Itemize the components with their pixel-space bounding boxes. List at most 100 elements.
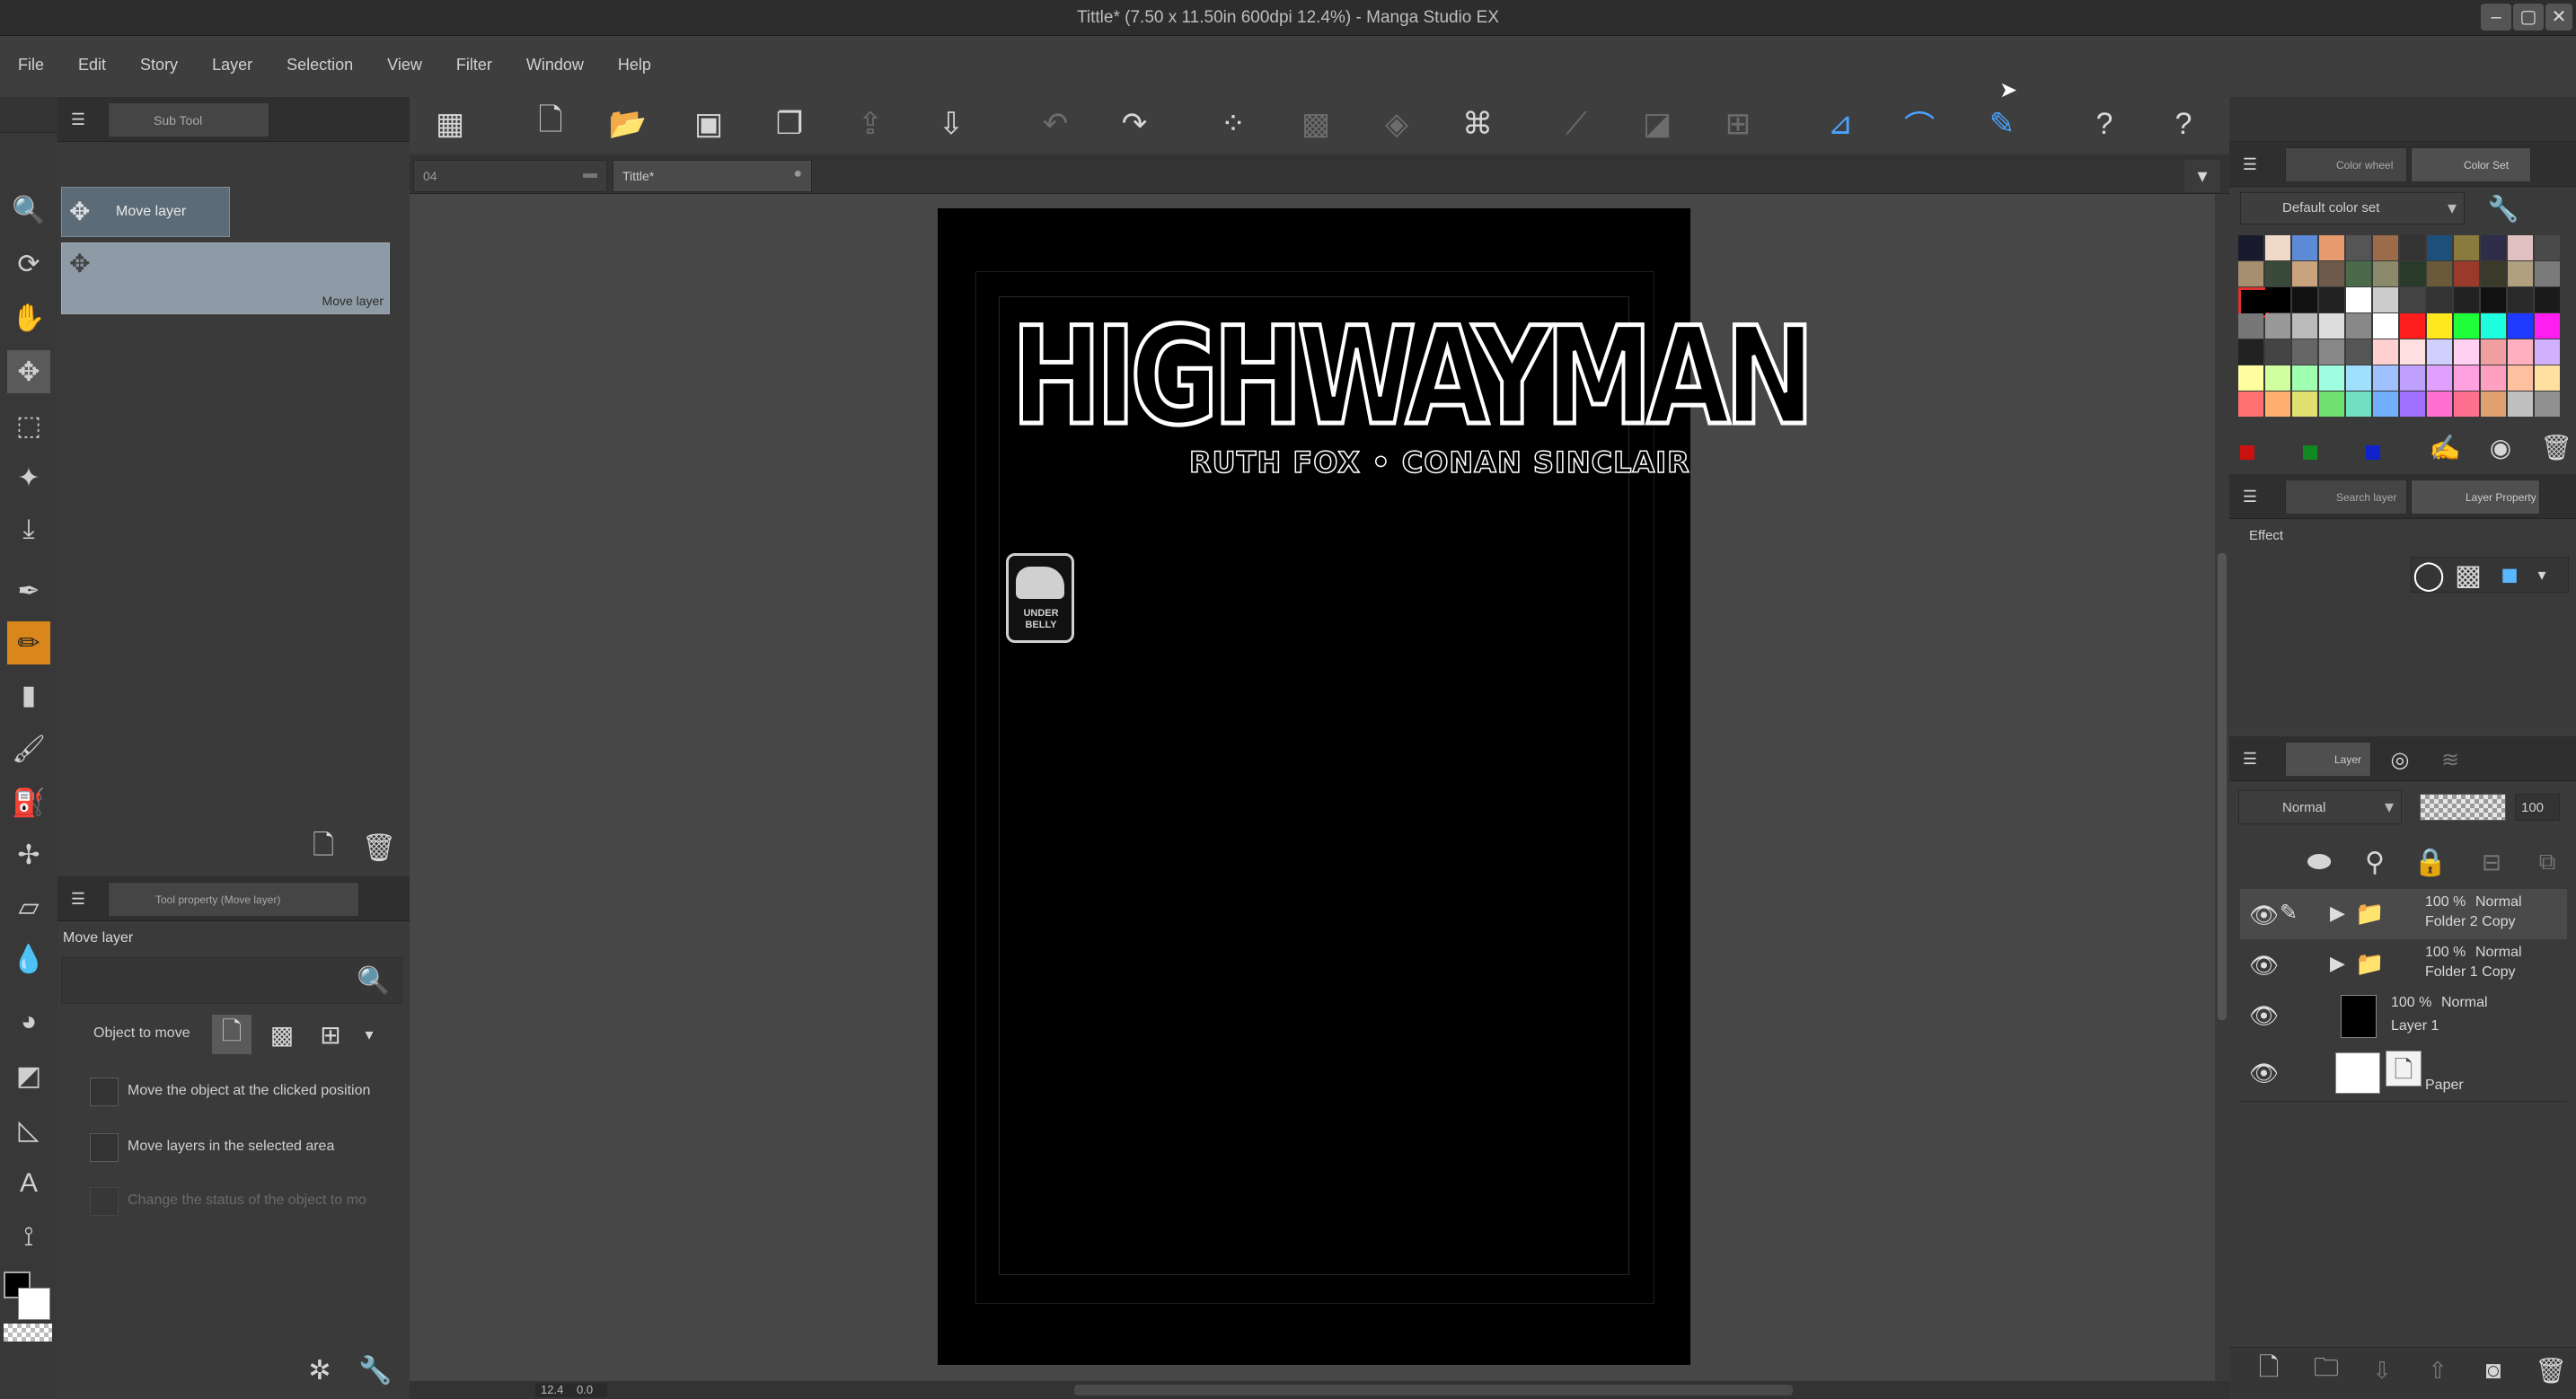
export-icon[interactable]: ⇪ (848, 99, 893, 149)
color-swatch[interactable] (2454, 313, 2479, 339)
panel-menu-icon[interactable]: ☰ (2236, 483, 2263, 510)
color-swatch[interactable] (2427, 392, 2452, 417)
help-icon[interactable]: ? (2082, 99, 2127, 149)
rotate-tool-icon[interactable]: ⟳ (7, 242, 50, 286)
brush-tool-icon[interactable]: 🖌 (7, 727, 50, 770)
color-swatch[interactable] (2319, 313, 2344, 339)
color-swatch[interactable] (2535, 287, 2560, 312)
option-checkbox-2[interactable] (90, 1133, 119, 1162)
color-swatch[interactable] (2400, 313, 2425, 339)
color-swatch[interactable] (2319, 235, 2344, 260)
color-swatch[interactable] (2292, 365, 2317, 391)
color-swatch[interactable] (2454, 261, 2479, 286)
tab-list-chevron-icon[interactable]: ▾ (2184, 160, 2220, 192)
color-swatch-grid[interactable] (2238, 235, 2571, 418)
horizontal-scrollbar-thumb[interactable] (1074, 1385, 1793, 1395)
color-swatch[interactable] (2346, 235, 2371, 260)
select-all-icon[interactable]: ▩ (1293, 99, 1338, 149)
lock-icon[interactable]: 🔒 (2411, 842, 2450, 882)
color-swatch[interactable] (2400, 235, 2425, 260)
balloon-tool-icon[interactable]: ⟟ (7, 1216, 50, 1259)
tab-color-wheel[interactable]: Color wheel (2285, 147, 2407, 181)
opacity-field[interactable]: 100 (2515, 794, 2560, 821)
color-swatch[interactable] (2535, 365, 2560, 391)
color-swatch[interactable] (2427, 261, 2452, 286)
color-swatch[interactable] (2427, 287, 2452, 312)
color-swatch[interactable] (2265, 313, 2290, 339)
color-swatch[interactable] (2265, 235, 2290, 260)
color-swatch[interactable] (2454, 339, 2479, 365)
grid-icon[interactable]: ▦ (428, 99, 472, 149)
marker-tool-icon[interactable]: ▮ (7, 673, 50, 717)
layer-row-layer-1[interactable]: 👁 100 % Normal Layer 1 (2240, 990, 2567, 1044)
eraser-tool-icon[interactable]: ▱ (7, 885, 50, 928)
color-swatch[interactable] (2454, 287, 2479, 312)
panel-menu-icon[interactable]: ☰ (65, 106, 92, 133)
replace-color-icon[interactable]: ✍ (2427, 429, 2463, 465)
color-swatch[interactable] (2238, 261, 2263, 286)
color-swatch[interactable] (2238, 339, 2263, 365)
zoom-value[interactable]: 12.4 (541, 1383, 563, 1396)
color-swatch[interactable] (2346, 365, 2371, 391)
tab-layer-property[interactable]: Layer Property (2411, 480, 2540, 514)
option-checkbox-3[interactable] (90, 1187, 119, 1216)
color-set-select[interactable]: Default color set ▾ (2240, 192, 2465, 224)
pencil-tool-icon[interactable]: ✏ (7, 621, 50, 664)
import-icon[interactable]: ⇩ (929, 99, 974, 149)
scale-icon[interactable]: ⌘ (1455, 99, 1500, 149)
menu-edit[interactable]: Edit (78, 56, 106, 75)
tab-tool-property[interactable]: Tool property (Move layer) (108, 882, 359, 916)
option-checkbox-1[interactable] (90, 1078, 119, 1106)
navigator-tab-icon[interactable]: ◎ (2382, 745, 2418, 774)
expand-arrow-icon[interactable]: ▶ (2330, 952, 2345, 975)
doc-tab-04[interactable]: 04 ▬ (413, 160, 607, 192)
color-swatch[interactable] (2508, 392, 2533, 417)
color-swatch[interactable] (2373, 287, 2398, 312)
help-alt-icon[interactable]: ? (2161, 99, 2206, 149)
reset-settings-icon[interactable]: ✲ (302, 1352, 338, 1388)
color-swatch[interactable] (2238, 313, 2263, 339)
color-swatch[interactable] (2481, 392, 2506, 417)
layer-row-folder-2-copy[interactable]: 👁 ✎ ▶ 📁 100 % Normal Folder 2 Copy (2240, 889, 2567, 940)
color-swatch[interactable] (2508, 287, 2533, 312)
menu-help[interactable]: Help (618, 56, 651, 75)
color-swatch[interactable] (2535, 235, 2560, 260)
color-swatch[interactable] (2373, 235, 2398, 260)
tab-search-layer[interactable]: Search layer (2285, 480, 2407, 514)
color-swatch[interactable] (2373, 339, 2398, 365)
color-swatch[interactable] (2535, 261, 2560, 286)
lock-transparency-icon[interactable]: ⊟ (2472, 842, 2511, 882)
layer-row-folder-1-copy[interactable]: 👁 ▶ 📁 100 % Normal Folder 1 Copy (2240, 939, 2567, 990)
close-button[interactable]: ✕ (2545, 4, 2572, 31)
new-raster-layer-icon[interactable]: 🗋 (2251, 1352, 2287, 1388)
grid-object-icon[interactable]: ⊞ (311, 1015, 350, 1054)
color-swatch[interactable] (2454, 235, 2479, 260)
color-swatch[interactable] (2319, 392, 2344, 417)
color-swatch[interactable] (2508, 339, 2533, 365)
color-swatch[interactable] (2346, 287, 2371, 312)
opacity-slider[interactable] (2420, 794, 2506, 821)
color-swatch[interactable] (2319, 261, 2344, 286)
undo-icon[interactable]: ↶ (1033, 99, 1078, 149)
color-swatch[interactable] (2346, 261, 2371, 286)
menu-selection[interactable]: Selection (287, 56, 353, 75)
color-swatch[interactable] (2481, 261, 2506, 286)
color-swatch[interactable] (2481, 365, 2506, 391)
subtool-item-move-layer[interactable]: ✥ Move layer (61, 187, 230, 237)
layer-row-paper[interactable]: 👁 🗋 Paper (2240, 1043, 2567, 1102)
color-swatch[interactable] (2427, 365, 2452, 391)
subtool-preview[interactable]: ✥ Move layer (61, 242, 390, 314)
color-swatch[interactable] (2481, 339, 2506, 365)
minimize-button[interactable]: – (2481, 4, 2511, 31)
move-up-icon[interactable]: ⇧ (2420, 1352, 2456, 1388)
color-swatch[interactable] (2508, 235, 2533, 260)
color-swatch[interactable] (2400, 339, 2425, 365)
color-swatch[interactable] (2238, 365, 2263, 391)
transform-points-icon[interactable]: ⁘ (1211, 99, 1256, 149)
recent-color-red[interactable] (2240, 445, 2254, 460)
color-swatch[interactable] (2535, 339, 2560, 365)
gradient-tool-icon[interactable]: ◩ (7, 1054, 50, 1097)
color-swatch[interactable] (2481, 235, 2506, 260)
color-swatch[interactable] (2400, 365, 2425, 391)
open-folder-icon[interactable]: 📂 (605, 99, 650, 149)
